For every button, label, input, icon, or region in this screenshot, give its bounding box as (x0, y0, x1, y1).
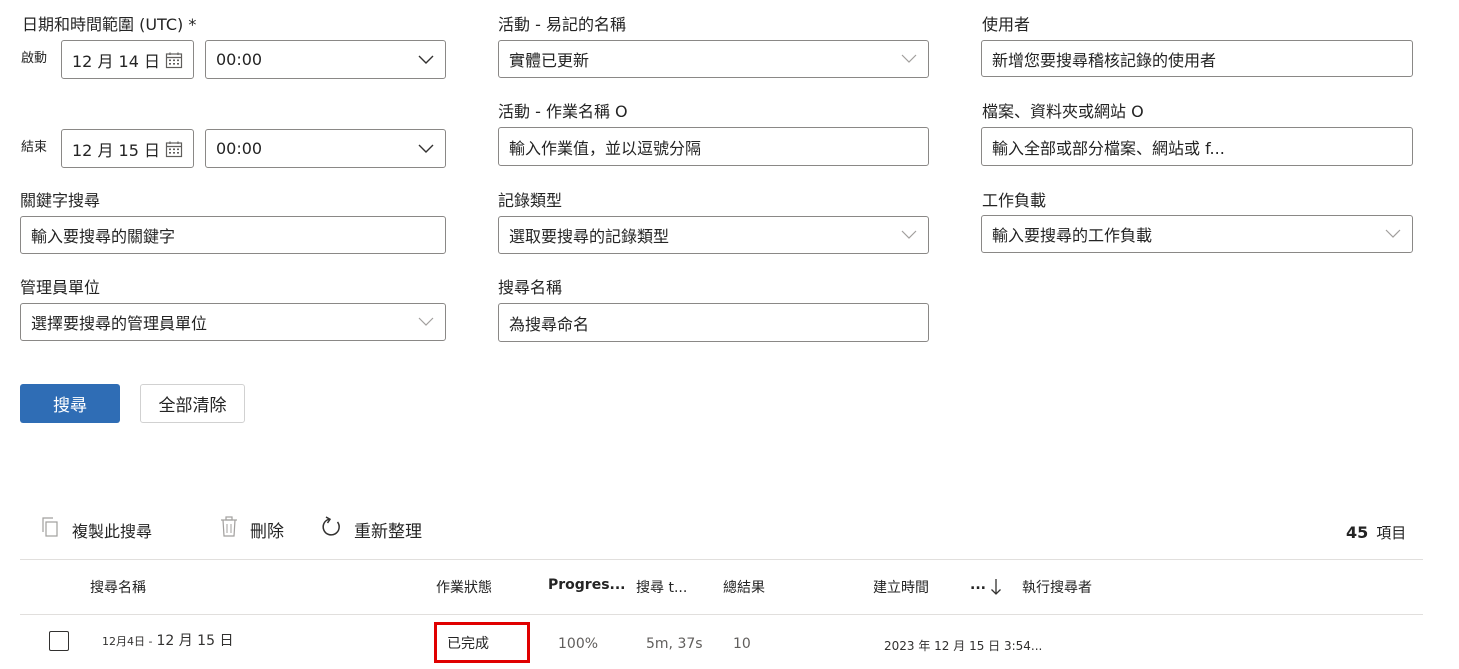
activities-operation-placeholder: 輸入作業值，並以逗號分隔 (509, 138, 702, 158)
row-checkbox[interactable] (49, 631, 69, 651)
files-input[interactable]: 輸入全部或部分檔案、網站或 f... (981, 127, 1413, 166)
chevron-down-icon (900, 226, 918, 244)
row-status: 已完成 (447, 635, 489, 652)
search-name-label: 搜尋名稱 (498, 278, 563, 297)
keyword-placeholder: 輸入要搜尋的關鍵字 (31, 227, 176, 246)
item-count-number: 45 (1346, 523, 1369, 542)
col-created[interactable]: 建立時間 (873, 577, 929, 597)
col-search-time[interactable]: 搜尋 t... (636, 577, 687, 597)
item-count: 45 項目 (1346, 522, 1406, 543)
record-types-placeholder: 選取要搜尋的記錄類型 (509, 227, 670, 246)
activities-operation-label: 活動 - 作業名稱 O (498, 102, 628, 121)
toolbar-divider (20, 559, 1423, 560)
chevron-down-icon (417, 313, 435, 331)
users-placeholder: 新增您要搜尋稽核記錄的使用者 (992, 50, 1217, 70)
item-count-unit: 項目 (1376, 524, 1407, 542)
activities-friendly-label: 活動 - 易記的名稱 (498, 15, 626, 34)
search-button[interactable]: 搜尋 (20, 384, 120, 423)
keyword-input[interactable]: 輸入要搜尋的關鍵字 (20, 216, 446, 254)
start-time-value: 00:00 (216, 50, 263, 69)
search-name-placeholder: 為搜尋命名 (509, 314, 590, 334)
copy-search-command[interactable]: 複製此搜尋 (40, 516, 152, 543)
col-progress[interactable]: Progres... (548, 577, 626, 593)
start-date-picker[interactable]: 12 月 14 日 (61, 40, 194, 79)
row-progress: 100% (558, 636, 599, 652)
delete-label: 刪除 (250, 522, 284, 542)
refresh-label: 重新整理 (354, 522, 422, 542)
chevron-down-icon (417, 140, 435, 158)
arrow-down-icon[interactable] (990, 578, 1002, 600)
date-range-label: 日期和時間範圍 (UTC) * (22, 15, 197, 34)
admin-units-select[interactable]: 選擇要搜尋的管理員單位 (20, 303, 446, 341)
delete-command[interactable]: 刪除 (220, 516, 284, 543)
refresh-command[interactable]: 重新整理 (320, 516, 422, 543)
end-time-value: 00:00 (216, 139, 263, 158)
refresh-icon (320, 516, 342, 543)
status-highlight: 已完成 (434, 622, 530, 663)
calendar-icon[interactable] (165, 140, 183, 158)
col-job-status[interactable]: 作業狀態 (436, 577, 492, 597)
keyword-label: 關鍵字搜尋 (20, 191, 101, 210)
end-label: 結束 (21, 140, 48, 155)
chevron-down-icon (900, 50, 918, 68)
end-time-select[interactable]: 00:00 (205, 129, 446, 168)
row-total-results: 10 (733, 636, 751, 652)
col-search-name[interactable]: 搜尋名稱 (90, 577, 146, 597)
start-time-select[interactable]: 00:00 (205, 40, 446, 79)
end-date-picker[interactable]: 12 月 15 日 (61, 129, 194, 168)
admin-units-label: 管理員單位 (20, 278, 101, 297)
users-label: 使用者 (982, 15, 1031, 34)
clear-all-button[interactable]: 全部清除 (140, 384, 245, 423)
chevron-down-icon (417, 51, 435, 69)
row-search-time: 5m, 37s (646, 636, 703, 652)
start-label: 啟動 (21, 51, 48, 66)
start-date-value: 12 月 14 日 (72, 51, 160, 71)
table-row[interactable]: 12月4日 - 12 月 15 日 已完成 100% 5m, 37s 10 20… (20, 615, 1423, 669)
col-run-by[interactable]: 執行搜尋者 (1022, 577, 1092, 597)
admin-units-placeholder: 選擇要搜尋的管理員單位 (31, 314, 208, 333)
activities-friendly-select[interactable]: 實體已更新 (498, 40, 929, 78)
calendar-icon[interactable] (165, 51, 183, 69)
delete-icon (220, 516, 238, 543)
activities-operation-input[interactable]: 輸入作業值，並以逗號分隔 (498, 127, 929, 166)
end-date-value: 12 月 15 日 (72, 140, 160, 160)
row-search-name-suffix: 12 月 15 日 (156, 633, 234, 649)
row-search-name[interactable]: 12月4日 - 12 月 15 日 (102, 630, 233, 650)
record-types-select[interactable]: 選取要搜尋的記錄類型 (498, 216, 929, 254)
copy-search-label: 複製此搜尋 (72, 521, 153, 541)
row-search-name-prefix: 12月4日 - (102, 635, 153, 648)
workloads-select[interactable]: 輸入要搜尋的工作負載 (981, 215, 1413, 253)
files-placeholder: 輸入全部或部分檔案、網站或 f... (992, 138, 1225, 158)
files-label: 檔案、資料夾或網站 O (982, 102, 1144, 121)
copy-icon (40, 516, 60, 543)
activities-friendly-value: 實體已更新 (509, 51, 590, 70)
workloads-label: 工作負載 (982, 191, 1047, 210)
col-more[interactable]: ... (970, 577, 986, 593)
col-total-results[interactable]: 總結果 (723, 577, 765, 597)
search-name-input[interactable]: 為搜尋命名 (498, 303, 929, 342)
record-types-label: 記錄類型 (498, 191, 563, 210)
workloads-placeholder: 輸入要搜尋的工作負載 (992, 226, 1153, 245)
row-created: 2023 年 12 月 15 日 3:54... (884, 639, 1043, 653)
users-input[interactable]: 新增您要搜尋稽核記錄的使用者 (981, 40, 1413, 77)
chevron-down-icon (1384, 225, 1402, 243)
